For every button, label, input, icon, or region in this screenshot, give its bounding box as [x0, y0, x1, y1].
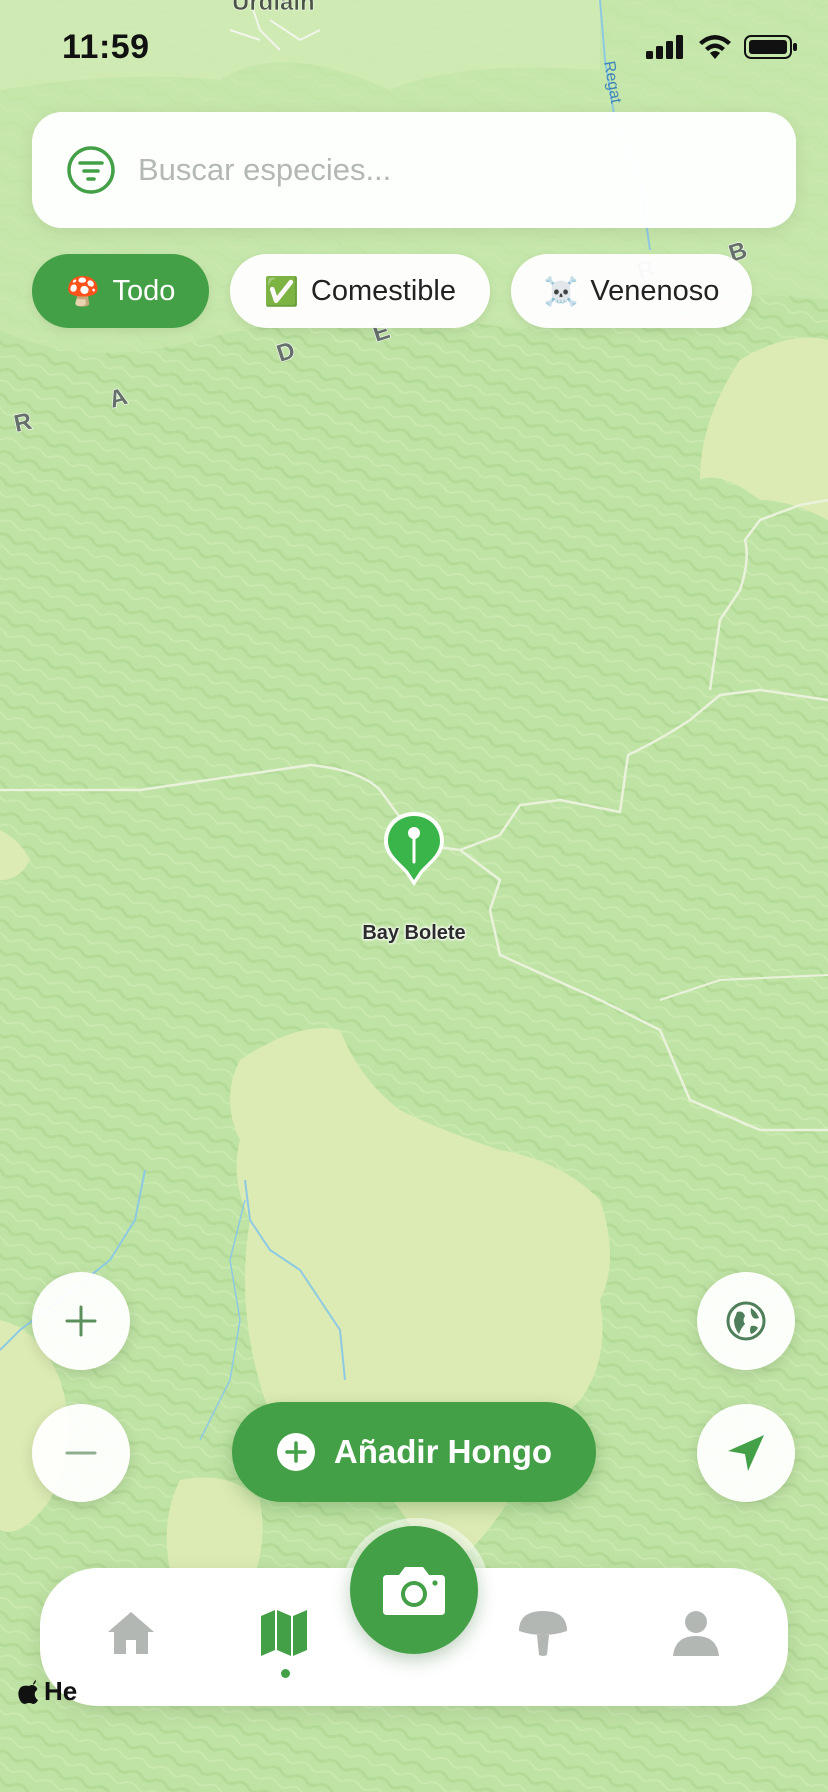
check-emoji-icon: ✅ — [264, 275, 299, 307]
status-bar: 11:59 — [0, 0, 828, 100]
camera-icon — [383, 1567, 445, 1615]
skull-emoji-icon: ☠️ — [543, 275, 579, 307]
tab-map[interactable] — [247, 1598, 321, 1668]
filter-chip-todo[interactable]: 🍄 Todo — [32, 254, 209, 328]
filter-chip-venenoso[interactable]: ☠️ Venenoso — [511, 254, 752, 328]
filter-chip-label: Comestible — [310, 274, 456, 307]
plus-icon — [65, 1305, 97, 1337]
add-mushroom-label: Añadir Hongo — [333, 1433, 553, 1470]
cellular-signal-icon — [646, 35, 683, 59]
status-time: 11:59 — [62, 28, 150, 66]
filter-icon[interactable] — [66, 145, 116, 195]
maps-attribution[interactable]: He — [18, 1676, 77, 1707]
mushroom-icon — [519, 1611, 567, 1656]
zoom-in-button[interactable] — [32, 1272, 130, 1370]
search-input[interactable]: Buscar especies... — [138, 152, 391, 188]
map-pin-label[interactable]: Bay Bolete — [300, 922, 528, 945]
minus-icon — [65, 1451, 97, 1455]
wifi-icon — [699, 35, 731, 59]
profile-icon — [673, 1611, 719, 1656]
status-icons — [646, 34, 798, 60]
search-bar[interactable]: Buscar especies... — [32, 112, 796, 228]
mushroom-map-pin[interactable] — [380, 808, 448, 893]
map-icon — [261, 1610, 307, 1656]
home-icon — [108, 1612, 154, 1654]
battery-icon — [744, 35, 797, 59]
filter-chip-label: Venenoso — [590, 274, 720, 307]
map-pin-icon — [384, 812, 444, 886]
mushroom-emoji-icon: 🍄 — [65, 275, 101, 307]
plus-circle-icon — [276, 1433, 315, 1471]
tab-mushrooms[interactable] — [506, 1598, 580, 1668]
filter-chip-label: Todo — [112, 274, 176, 307]
filter-chip-comestible[interactable]: ✅ Comestible — [230, 254, 490, 328]
apple-logo-icon — [18, 1679, 38, 1704]
tab-profile[interactable] — [659, 1598, 733, 1668]
locate-me-button[interactable] — [697, 1404, 795, 1502]
location-arrow-icon — [728, 1435, 764, 1471]
add-mushroom-button[interactable]: Añadir Hongo — [232, 1402, 596, 1502]
zoom-out-button[interactable] — [32, 1404, 130, 1502]
tab-home[interactable] — [94, 1598, 168, 1668]
camera-button[interactable] — [350, 1526, 478, 1654]
maps-attribution-text: He — [44, 1676, 78, 1706]
active-tab-indicator — [281, 1669, 290, 1678]
map-type-button[interactable] — [697, 1272, 795, 1370]
globe-icon — [726, 1301, 766, 1341]
